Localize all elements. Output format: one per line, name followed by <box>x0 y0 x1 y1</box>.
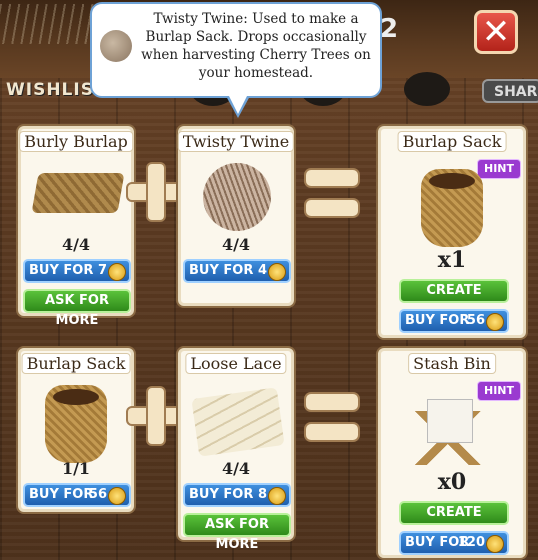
buy-button[interactable]: BUY FOR 120 <box>399 531 509 555</box>
ingredient-count: 4/4 <box>221 459 251 478</box>
ingredient-card-loose-lace: Loose Lace 4/4 BUY FOR 8 ASK FOR MORE <box>178 348 294 552</box>
result-name: Stash Bin <box>408 353 496 374</box>
ingredient-card-twisty-twine: Twisty Twine 4/4 BUY FOR 4 <box>177 126 295 306</box>
plus-icon <box>128 164 184 220</box>
ingredient-count: 4/4 <box>221 235 251 254</box>
horseshoe-coin-icon <box>108 263 126 281</box>
ask-for-more-button[interactable]: ASK FOR MORE <box>183 513 291 552</box>
buy-label: BUY FOR <box>29 487 94 502</box>
buy-button[interactable]: BUY FOR 56 <box>399 309 509 333</box>
ingredient-count: 4/4 <box>61 235 91 254</box>
counter-text: 2 <box>380 14 399 44</box>
create-button[interactable]: CREATE <box>399 501 509 525</box>
result-quantity: x0 <box>437 469 467 495</box>
twisty-twine-icon <box>100 30 132 62</box>
buy-label: BUY FOR <box>29 263 94 278</box>
buy-label: BUY FOR <box>405 313 470 328</box>
result-quantity: x1 <box>437 247 467 273</box>
plus-icon <box>128 388 184 444</box>
ingredient-name: Burlap Sack <box>21 353 131 374</box>
horseshoe-coin-icon <box>268 487 286 505</box>
horseshoe-coin-icon <box>486 535 504 553</box>
ask-for-more-button[interactable]: ASK FOR MORE <box>23 289 131 328</box>
horseshoe-coin-icon <box>268 263 286 281</box>
burlap-sack-icon <box>45 385 107 463</box>
buy-price: 8 <box>257 487 267 502</box>
close-button[interactable]: ✕ <box>474 10 518 54</box>
ingredient-name: Loose Lace <box>185 353 287 374</box>
buy-label: BUY FOR <box>189 263 254 278</box>
hint-badge[interactable]: HINT <box>477 159 521 179</box>
equals-icon <box>306 170 358 220</box>
nails-decoration <box>0 4 100 44</box>
create-button[interactable]: CREATE <box>399 279 509 303</box>
loose-lace-icon <box>191 387 285 457</box>
ingredient-name: Twisty Twine <box>177 131 295 152</box>
burly-burlap-icon <box>31 173 125 213</box>
ingredient-card-burlap-sack: Burlap Sack 1/1 BUY FOR 56 <box>18 348 134 512</box>
twisty-twine-icon <box>203 163 271 231</box>
pot-decoration <box>404 72 450 106</box>
tooltip-tail-fill <box>228 94 248 114</box>
tooltip-text: Twisty Twine: Used to make a Burlap Sack… <box>141 11 371 81</box>
ingredient-count: 1/1 <box>61 459 91 478</box>
item-tooltip: Twisty Twine: Used to make a Burlap Sack… <box>90 2 382 118</box>
stash-bin-icon <box>411 395 485 465</box>
horseshoe-coin-icon <box>108 487 126 505</box>
buy-price: 7 <box>97 263 107 278</box>
buy-price: 56 <box>88 487 107 502</box>
buy-label: BUY FOR <box>189 487 254 502</box>
buy-button[interactable]: BUY FOR 7 <box>23 259 131 283</box>
result-card-burlap-sack: Burlap Sack HINT x1 CREATE BUY FOR 56 <box>378 126 526 338</box>
ingredient-name: Burly Burlap <box>19 131 133 152</box>
result-card-stash-bin: Stash Bin HINT x0 CREATE BUY FOR 120 <box>378 348 526 558</box>
equals-icon <box>306 394 358 444</box>
buy-button[interactable]: BUY FOR 4 <box>183 259 291 283</box>
buy-price: 120 <box>457 535 485 550</box>
horseshoe-coin-icon <box>486 313 504 331</box>
burlap-sack-icon <box>421 169 483 247</box>
ingredient-card-burly-burlap: Burly Burlap 4/4 BUY FOR 7 ASK FOR MORE <box>18 126 134 328</box>
buy-button[interactable]: BUY FOR 56 <box>23 483 131 507</box>
buy-button[interactable]: BUY FOR 8 <box>183 483 291 507</box>
buy-price: 56 <box>466 313 485 328</box>
result-name: Burlap Sack <box>397 131 507 152</box>
share-button[interactable]: SHAR <box>482 79 538 103</box>
buy-price: 4 <box>257 263 267 278</box>
